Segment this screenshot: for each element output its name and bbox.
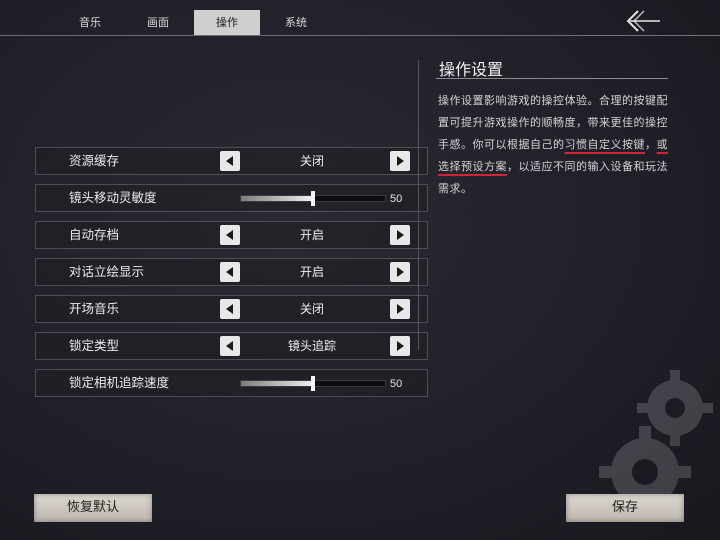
setting-value: 关闭 xyxy=(299,154,324,168)
setting-label: 对话立绘显示 xyxy=(69,264,145,279)
setting-value: 开启 xyxy=(299,228,324,242)
back-button[interactable] xyxy=(624,8,664,34)
setting-label: 开场音乐 xyxy=(69,301,120,316)
tab-controls[interactable]: 操作 xyxy=(194,10,260,36)
slider-value: 50 xyxy=(390,378,403,390)
slider-value: 50 xyxy=(390,193,403,205)
left-arrow-icon xyxy=(226,304,233,314)
left-arrow-icon xyxy=(226,341,233,351)
prev-option-button[interactable] xyxy=(220,151,240,171)
slider-handle[interactable] xyxy=(311,376,315,391)
tab-graphics[interactable]: 画面 xyxy=(132,10,184,36)
setting-row-lock-type: 锁定类型 镜头追踪 xyxy=(35,332,428,360)
setting-value: 关闭 xyxy=(299,302,324,316)
slider-fill xyxy=(241,196,313,201)
prev-option-button[interactable] xyxy=(220,225,240,245)
sensitivity-slider[interactable] xyxy=(240,191,386,206)
save-button[interactable]: 保存 xyxy=(566,494,684,522)
slider-fill xyxy=(241,381,313,386)
right-arrow-icon xyxy=(397,304,404,314)
setting-row-lock-camera-speed: 锁定相机追踪速度 50 xyxy=(35,369,428,397)
setting-row-opening-music: 开场音乐 关闭 xyxy=(35,295,428,323)
setting-label: 资源缓存 xyxy=(69,153,120,168)
setting-label: 自动存档 xyxy=(69,227,120,242)
title-underline xyxy=(436,78,668,79)
info-panel-title: 操作设置 xyxy=(439,60,504,79)
back-arrow-icon xyxy=(626,10,660,32)
reset-default-button[interactable]: 恢复默认 xyxy=(34,494,152,522)
next-option-button[interactable] xyxy=(390,262,410,282)
setting-label: 镜头移动灵敏度 xyxy=(69,190,157,205)
next-option-button[interactable] xyxy=(390,151,410,171)
slider-handle[interactable] xyxy=(311,191,315,206)
tab-audio[interactable]: 音乐 xyxy=(64,10,116,36)
next-option-button[interactable] xyxy=(390,299,410,319)
left-arrow-icon xyxy=(226,156,233,166)
setting-row-dialogue-portrait: 对话立绘显示 开启 xyxy=(35,258,428,286)
info-text: ， xyxy=(645,138,657,151)
right-arrow-icon xyxy=(397,267,404,277)
setting-row-camera-sensitivity: 镜头移动灵敏度 50 xyxy=(35,184,428,212)
right-arrow-icon xyxy=(397,341,404,351)
next-option-button[interactable] xyxy=(390,336,410,356)
info-highlight-text: 习惯自定义按键 xyxy=(564,138,645,151)
left-arrow-icon xyxy=(226,230,233,240)
tab-system[interactable]: 系统 xyxy=(270,10,322,36)
left-arrow-icon xyxy=(226,267,233,277)
setting-label: 锁定类型 xyxy=(69,338,120,353)
right-arrow-icon xyxy=(397,156,404,166)
info-panel-body: 操作设置影响游戏的操控体验。合理的按键配置可提升游戏操作的顺畅度，带来更佳的操控… xyxy=(438,90,670,200)
prev-option-button[interactable] xyxy=(220,262,240,282)
panel-divider xyxy=(418,60,419,350)
next-option-button[interactable] xyxy=(390,225,410,245)
right-arrow-icon xyxy=(397,230,404,240)
prev-option-button[interactable] xyxy=(220,336,240,356)
prev-option-button[interactable] xyxy=(220,299,240,319)
tracking-speed-slider[interactable] xyxy=(240,376,386,391)
setting-label: 锁定相机追踪速度 xyxy=(69,375,170,390)
setting-value: 开启 xyxy=(299,265,324,279)
top-tab-bar: 音乐 画面 操作 系统 xyxy=(0,0,720,36)
setting-row-resource-cache: 资源缓存 关闭 xyxy=(35,147,428,175)
top-divider xyxy=(0,35,720,36)
setting-row-autosave: 自动存档 开启 xyxy=(35,221,428,249)
setting-value: 镜头追踪 xyxy=(287,339,336,353)
